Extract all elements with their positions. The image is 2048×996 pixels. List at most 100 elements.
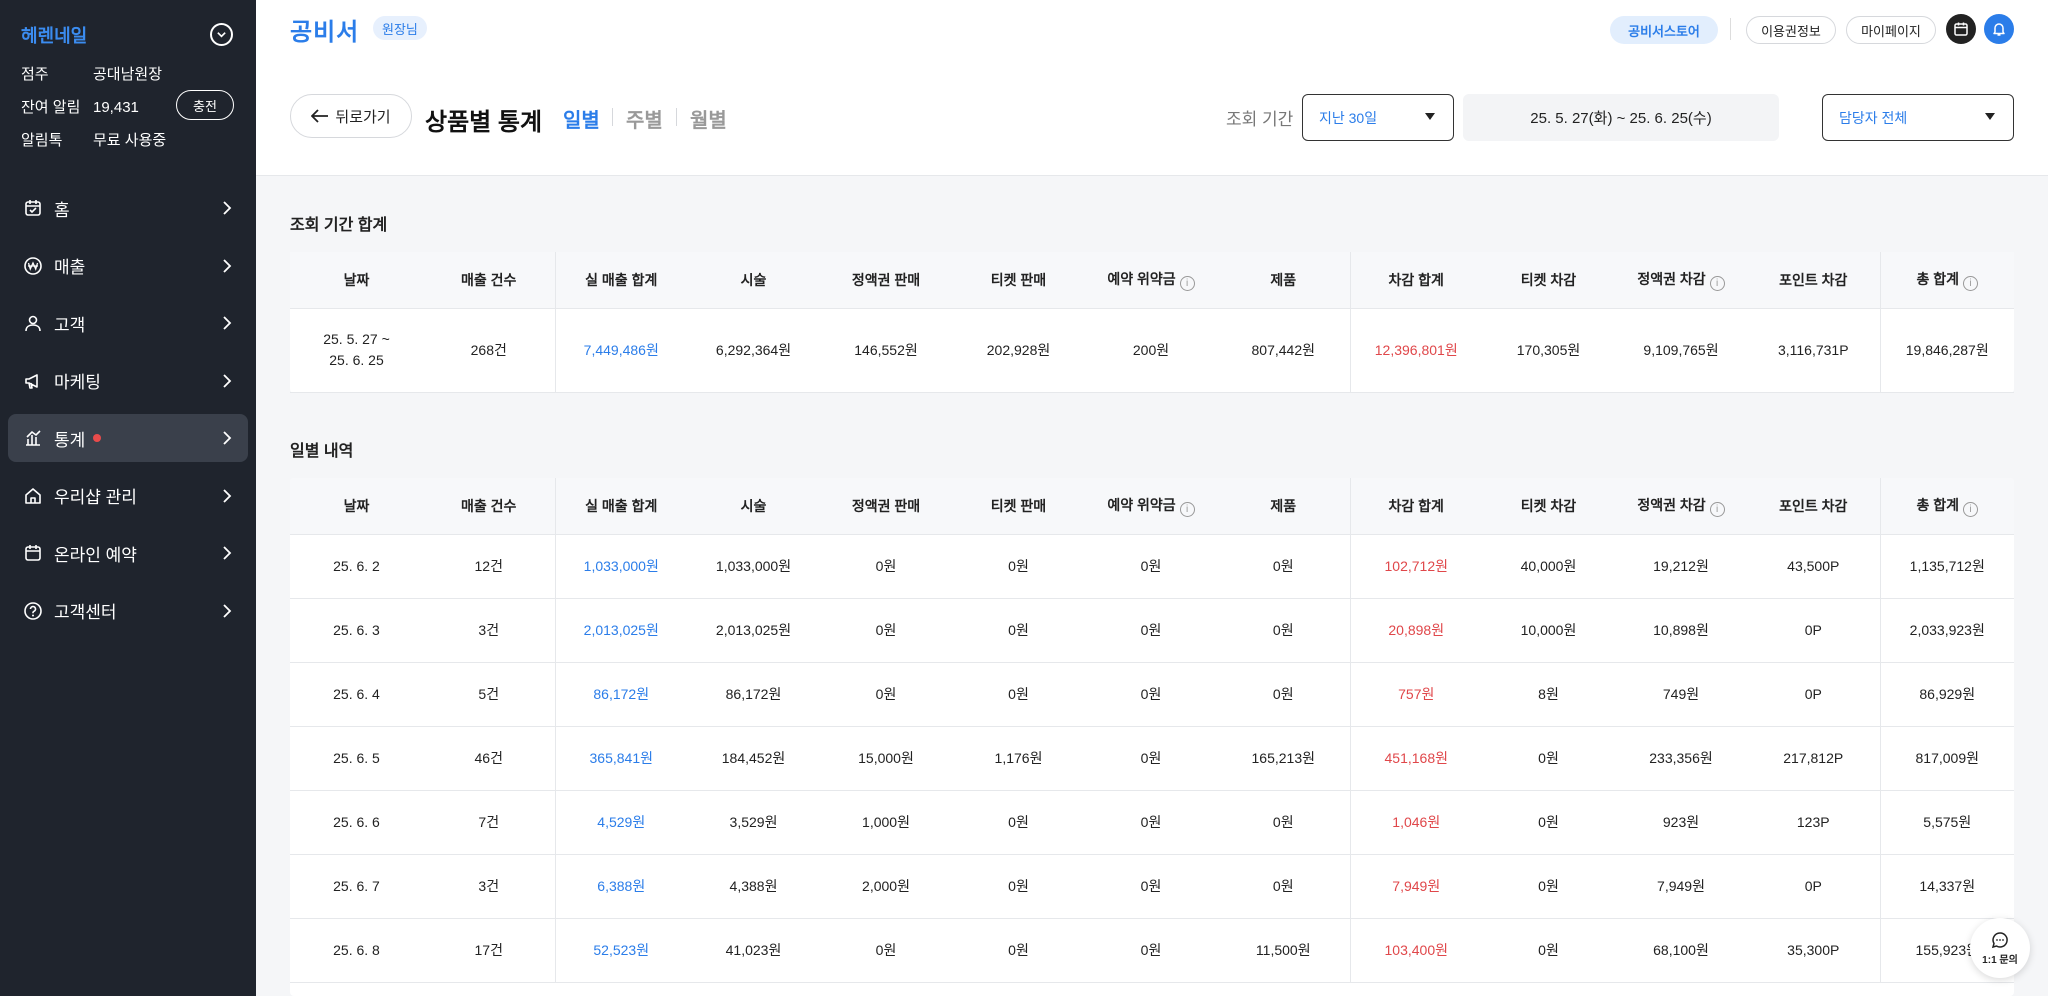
divider bbox=[612, 108, 613, 126]
sidebar: 헤렌네일 점주 공대남원장 잔여 알림 19,431 충전 알림톡 무료 사용중 홈 … bbox=[0, 0, 256, 996]
chat-support-button[interactable]: 1:1 문의 bbox=[1970, 918, 2030, 978]
calendar-button[interactable] bbox=[1946, 14, 1976, 44]
cell-ticket-deduct: 0원 bbox=[1482, 854, 1615, 919]
sidebar-item-statistics[interactable]: 통계 bbox=[8, 414, 248, 462]
page-title: 상품별 통계 bbox=[425, 109, 543, 136]
cell-deduct-total[interactable]: 102,712원 bbox=[1349, 534, 1482, 599]
sidebar-item-label: 통계 bbox=[54, 430, 86, 450]
cell-deduct-total[interactable]: 1,046원 bbox=[1349, 790, 1482, 855]
cell-count: 5건 bbox=[423, 662, 555, 727]
cell-grand-total: 2,033,923원 bbox=[1879, 598, 2014, 663]
sidebar-item-online-booking[interactable]: 온라인 예약 bbox=[8, 529, 248, 577]
cell-net-sales[interactable]: 86,172원 bbox=[554, 662, 687, 727]
table-row[interactable]: 25. 6. 8 17건 52,523원 41,023원 0원 0원 0원 11,500원 10… bbox=[290, 918, 2014, 983]
info-icon[interactable]: i bbox=[1179, 501, 1195, 517]
cell-count: 46건 bbox=[423, 726, 555, 791]
sidebar-item-home[interactable]: 홈 bbox=[8, 184, 248, 232]
tab-monthly[interactable]: 월별 bbox=[690, 104, 727, 133]
sidebar-item-sales[interactable]: 매출 bbox=[8, 242, 248, 290]
tab-daily[interactable]: 일별 bbox=[563, 104, 600, 133]
column-header: 포인트 차감 bbox=[1747, 478, 1880, 535]
info-icon[interactable]: i bbox=[1963, 275, 1979, 291]
info-icon[interactable]: i bbox=[1963, 501, 1979, 517]
shop-name[interactable]: 헤렌네일 bbox=[21, 22, 87, 48]
staff-select[interactable]: 담당자 전체 bbox=[1822, 94, 2014, 141]
mypage-button[interactable]: 마이페이지 bbox=[1846, 16, 1936, 44]
cell-net-sales[interactable]: 365,841원 bbox=[554, 726, 687, 791]
table-row[interactable]: 25. 6. 2 12건 1,033,000원 1,033,000원 0원 0원 0원 0원 1… bbox=[290, 534, 2014, 599]
charge-button[interactable]: 충전 bbox=[176, 90, 234, 120]
won-icon bbox=[22, 255, 44, 277]
range-label: 조회 기간 bbox=[1226, 110, 1294, 129]
cell-prepaid-deduct: 19,212원 bbox=[1615, 534, 1747, 599]
shop-toggle-button[interactable] bbox=[210, 23, 233, 46]
cell-prepaid-sale: 0원 bbox=[820, 662, 952, 727]
column-header: 날짜 bbox=[290, 252, 423, 309]
summary-table: 날짜 매출 건수 실 매출 합계 시술 정액권 판매 티켓 판매 예약 위약금 i… bbox=[290, 252, 2014, 393]
column-header: 티켓 차감 bbox=[1482, 478, 1615, 535]
sidebar-item-customers[interactable]: 고객 bbox=[8, 299, 248, 347]
alimtalk-row: 알림톡 무료 사용중 bbox=[21, 129, 166, 150]
caret-down-icon bbox=[1425, 113, 1435, 120]
summary-deduct-total[interactable]: 12,396,801원 bbox=[1349, 308, 1482, 393]
back-button[interactable]: 뒤로가기 bbox=[290, 94, 412, 138]
sidebar-item-shop-management[interactable]: 우리샵 관리 bbox=[8, 472, 248, 520]
range-select[interactable]: 지난 30일 bbox=[1302, 94, 1454, 141]
table-row[interactable]: 25. 6. 5 46건 365,841원 184,452원 15,000원 1,176원… bbox=[290, 726, 2014, 791]
sidebar-item-marketing[interactable]: 마케팅 bbox=[8, 357, 248, 405]
cell-net-sales[interactable]: 2,013,025원 bbox=[554, 598, 687, 663]
cell-prepaid-sale: 15,000원 bbox=[820, 726, 952, 791]
column-header: 날짜 bbox=[290, 478, 423, 535]
logo[interactable]: 공비서 bbox=[290, 12, 359, 47]
cell-penalty: 0원 bbox=[1085, 662, 1217, 727]
column-header: 총 합계 i bbox=[1879, 478, 2014, 535]
table-row[interactable]: 25. 6. 4 5건 86,172원 86,172원 0원 0원 0원 0원 757원 8원 74… bbox=[290, 662, 2014, 727]
table-row[interactable]: 25. 6. 7 3건 6,388원 4,388원 2,000원 0원 0원 0원 7,949원… bbox=[290, 854, 2014, 919]
info-icon[interactable]: i bbox=[1709, 275, 1725, 291]
table-header-row: 날짜 매출 건수 실 매출 합계 시술 정액권 판매 티켓 판매 예약 위약금 i… bbox=[290, 478, 2014, 535]
range-select-value: 지난 30일 bbox=[1319, 109, 1378, 126]
store-button[interactable]: 공비서스토어 bbox=[1610, 16, 1718, 44]
cell-deduct-total[interactable]: 20,898원 bbox=[1349, 598, 1482, 663]
cell-product: 0원 bbox=[1217, 598, 1350, 663]
cell-deduct-total[interactable]: 451,168원 bbox=[1349, 726, 1482, 791]
date-range-field[interactable]: 25. 5. 27(화) ~ 25. 6. 25(수) bbox=[1463, 94, 1779, 141]
cell-treatment: 1,033,000원 bbox=[687, 534, 820, 599]
cell-prepaid-deduct: 7,949원 bbox=[1615, 854, 1747, 919]
sidebar-nav: 홈 매출 고객 마케팅 통계 우리샵 관리 온라인 예약 고객센터 bbox=[8, 184, 248, 644]
cell-net-sales[interactable]: 4,529원 bbox=[554, 790, 687, 855]
tab-weekly[interactable]: 주별 bbox=[626, 104, 663, 133]
table-row[interactable]: 25. 6. 6 7건 4,529원 3,529원 1,000원 0원 0원 0원 1,046원… bbox=[290, 790, 2014, 855]
notifications-button[interactable] bbox=[1984, 14, 2014, 44]
cell-deduct-total[interactable]: 757원 bbox=[1349, 662, 1482, 727]
table-row[interactable]: 25. 6. 3 3건 2,013,025원 2,013,025원 0원 0원 0원 0원 20… bbox=[290, 598, 2014, 663]
cell-deduct-total[interactable]: 7,949원 bbox=[1349, 854, 1482, 919]
cell-net-sales[interactable]: 52,523원 bbox=[554, 918, 687, 983]
cell-net-sales[interactable]: 1,033,000원 bbox=[554, 534, 687, 599]
page-header: 뒤로가기 상품별 통계 일별 주별 월별 조회 기간 지난 30일 25. 5.… bbox=[256, 56, 2048, 176]
info-icon[interactable]: i bbox=[1179, 275, 1195, 291]
column-header-label: 총 합계 bbox=[1916, 270, 1960, 287]
cell-net-sales[interactable]: 6,388원 bbox=[554, 854, 687, 919]
cell-prepaid-sale: 1,000원 bbox=[820, 790, 952, 855]
sidebar-item-support[interactable]: 고객센터 bbox=[8, 587, 248, 635]
caret-down-icon bbox=[1985, 113, 1995, 120]
summary-date-end: 25. 6. 25 bbox=[329, 352, 384, 368]
cell-treatment: 4,388원 bbox=[687, 854, 820, 919]
cell-deduct-total[interactable]: 103,400원 bbox=[1349, 918, 1482, 983]
megaphone-icon bbox=[22, 370, 44, 392]
summary-section-title: 조회 기간 합계 bbox=[290, 217, 388, 234]
cell-point-deduct: 0P bbox=[1747, 598, 1880, 663]
help-icon bbox=[22, 600, 44, 622]
chevron-right-icon bbox=[223, 431, 232, 445]
cell-date: 25. 6. 4 bbox=[290, 662, 423, 727]
cell-ticket-sale: 0원 bbox=[952, 662, 1085, 727]
summary-net-sales[interactable]: 7,449,486원 bbox=[554, 308, 687, 393]
cell-product: 0원 bbox=[1217, 662, 1350, 727]
pass-info-button[interactable]: 이용권정보 bbox=[1746, 16, 1836, 44]
info-icon[interactable]: i bbox=[1709, 501, 1725, 517]
sidebar-item-label: 고객 bbox=[54, 315, 86, 335]
chevron-right-icon bbox=[223, 603, 232, 618]
column-header-label: 예약 위약금 bbox=[1107, 496, 1176, 513]
calendar-icon bbox=[1954, 22, 1968, 36]
